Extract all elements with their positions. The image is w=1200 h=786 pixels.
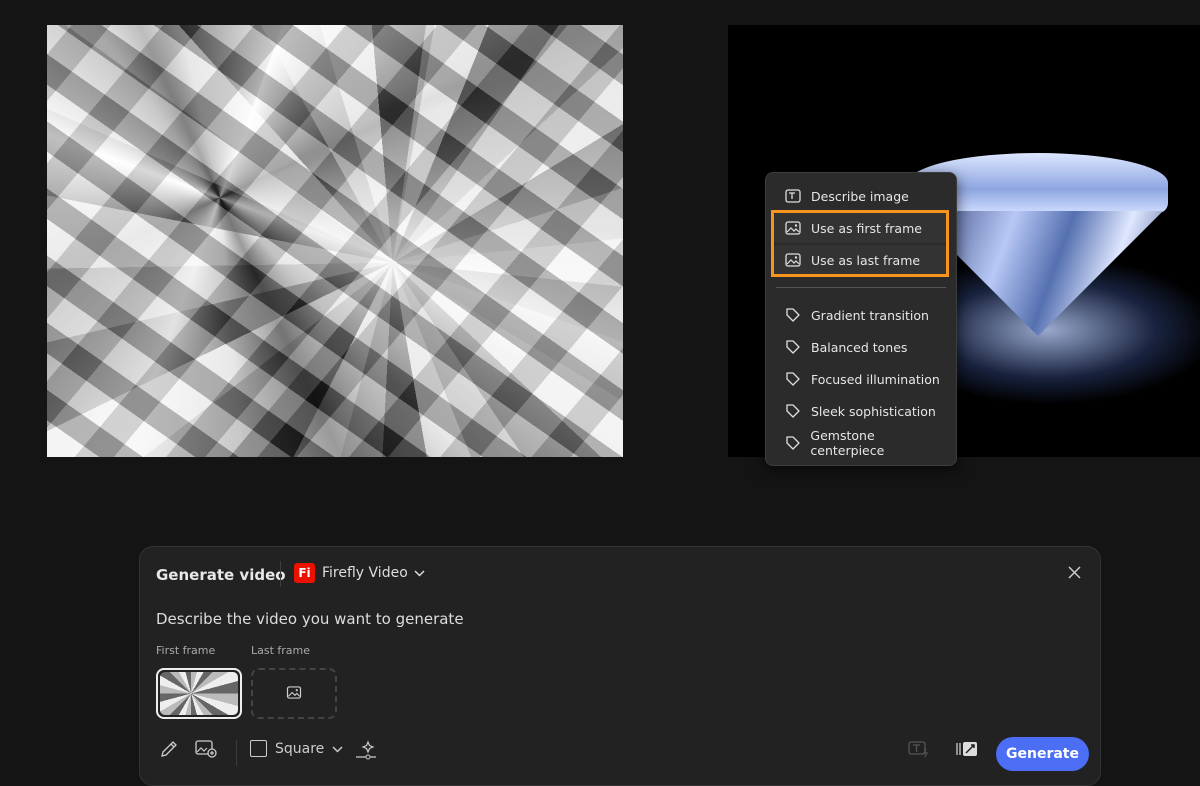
divider bbox=[236, 740, 237, 766]
panel-title: Generate video bbox=[156, 566, 286, 584]
frame-transition-button[interactable] bbox=[955, 740, 979, 762]
tag-icon bbox=[784, 404, 802, 418]
menu-item-label: Focused illumination bbox=[811, 371, 940, 387]
add-image-button[interactable] bbox=[195, 740, 217, 762]
generate-button[interactable]: Generate bbox=[996, 737, 1089, 771]
sparkle-motion-icon bbox=[355, 740, 377, 764]
generate-video-panel: Generate video Fi Firefly Video Describe… bbox=[139, 546, 1101, 786]
image-add-icon bbox=[195, 740, 217, 762]
model-selector[interactable]: Firefly Video bbox=[322, 565, 425, 581]
eyedropper-button[interactable] bbox=[160, 740, 178, 762]
menu-item-label: Describe image bbox=[811, 188, 909, 204]
tag-icon bbox=[784, 436, 801, 450]
tag-icon bbox=[784, 372, 802, 386]
aspect-label: Square bbox=[275, 740, 325, 757]
firefly-logo-icon: Fi bbox=[294, 563, 315, 583]
menu-item-label: Gradient transition bbox=[811, 307, 929, 323]
divider bbox=[280, 561, 281, 587]
last-frame-dropzone[interactable] bbox=[251, 668, 337, 719]
menu-tag-item[interactable]: Balanced tones bbox=[774, 332, 948, 362]
menu-tag-item[interactable]: Gemstone centerpiece bbox=[774, 428, 948, 458]
menu-item-label: Sleek sophistication bbox=[811, 403, 936, 419]
aspect-ratio-selector[interactable]: Square bbox=[250, 740, 343, 757]
first-frame-label: First frame bbox=[156, 644, 216, 657]
menu-item-describe-image[interactable]: Describe image bbox=[774, 181, 948, 211]
square-icon bbox=[250, 740, 267, 757]
tag-icon bbox=[784, 308, 802, 322]
menu-divider bbox=[776, 287, 946, 288]
menu-tag-item[interactable]: Gradient transition bbox=[774, 300, 948, 330]
frames-icon bbox=[955, 740, 979, 762]
model-label: Firefly Video bbox=[322, 565, 408, 581]
diamond-facets-image[interactable] bbox=[47, 25, 623, 457]
image-icon bbox=[286, 684, 302, 703]
eyedropper-icon bbox=[160, 740, 178, 762]
tag-icon bbox=[784, 340, 802, 354]
menu-item-label: Gemstone centerpiece bbox=[810, 428, 885, 458]
first-frame-image bbox=[160, 672, 238, 715]
prompt-input[interactable]: Describe the video you want to generate bbox=[156, 610, 464, 628]
first-frame-thumbnail[interactable] bbox=[156, 668, 242, 719]
describe-text-icon bbox=[784, 189, 802, 203]
chevron-down-icon bbox=[332, 741, 343, 757]
menu-tag-item[interactable]: Focused illumination bbox=[774, 364, 948, 394]
close-button[interactable] bbox=[1068, 563, 1081, 584]
chevron-down-icon bbox=[414, 565, 425, 581]
highlight-annotation-box bbox=[771, 210, 949, 277]
text-lightning-icon bbox=[908, 740, 930, 762]
menu-tag-item[interactable]: Sleek sophistication bbox=[774, 396, 948, 426]
menu-item-label: Balanced tones bbox=[811, 339, 908, 355]
last-frame-label: Last frame bbox=[251, 644, 311, 657]
camera-motion-button[interactable] bbox=[355, 740, 377, 764]
text-effects-button[interactable] bbox=[908, 740, 930, 762]
